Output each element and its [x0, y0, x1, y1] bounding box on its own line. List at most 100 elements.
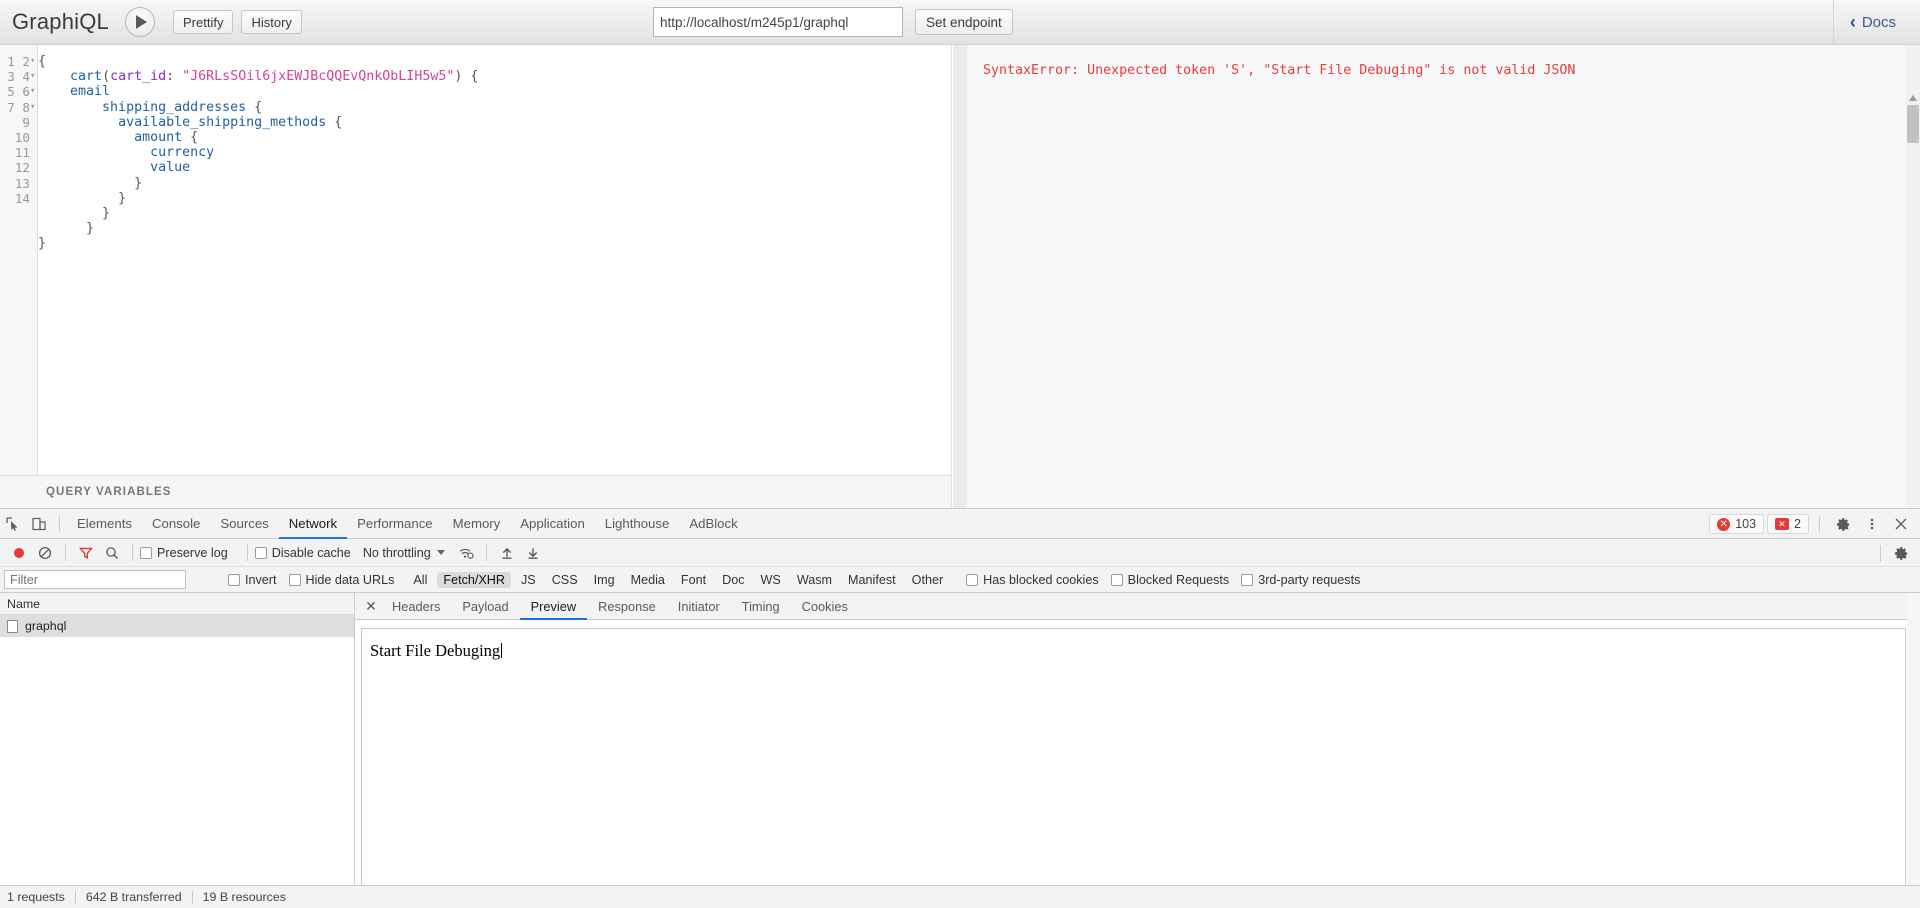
filter-input[interactable]: [4, 570, 186, 589]
preview-text-value: Start File Debuging: [370, 641, 501, 660]
clear-icon[interactable]: [32, 540, 58, 566]
filter-type-wasm[interactable]: Wasm: [791, 572, 838, 588]
kebab-menu-icon[interactable]: [1859, 511, 1885, 537]
request-list-header[interactable]: Name: [0, 593, 354, 615]
devtools-tab-application[interactable]: Application: [510, 509, 595, 539]
detail-tab-list: Headers Payload Preview Response Initiator Ti…: [381, 593, 859, 620]
filter-icon[interactable]: [73, 540, 99, 566]
execute-query-button[interactable]: [124, 7, 155, 37]
wifi-settings-icon[interactable]: [453, 540, 479, 566]
network-status-bar: 1 requests 642 B transferred 19 B resour…: [0, 885, 1920, 908]
result-error-text: SyntaxError: Unexpected token 'S', "Star…: [983, 63, 1576, 78]
divider: [59, 515, 60, 532]
detail-tab-payload[interactable]: Payload: [451, 593, 519, 620]
devtools-tabbar-right: ✕ 103 ✕ 2: [1709, 509, 1914, 539]
scroll-up-icon[interactable]: [1908, 93, 1918, 103]
close-detail-icon[interactable]: ✕: [361, 593, 381, 620]
result-gutter: [953, 45, 967, 508]
detail-tab-initiator[interactable]: Initiator: [667, 593, 731, 620]
resources-size: 19 B resources: [202, 890, 286, 904]
device-toolbar-icon[interactable]: [26, 511, 52, 537]
request-detail-pane: ✕ Headers Payload Preview Response Initiator…: [355, 593, 1920, 906]
devtools-tab-performance[interactable]: Performance: [347, 509, 443, 539]
document-icon: [7, 619, 18, 633]
result-scrollbar[interactable]: [1906, 45, 1920, 508]
warning-count-badge[interactable]: ✕ 2: [1767, 514, 1809, 534]
query-variables-label: QUERY VARIABLES: [46, 486, 172, 498]
devtools-tab-lighthouse[interactable]: Lighthouse: [595, 509, 680, 539]
filter-type-css[interactable]: CSS: [546, 572, 584, 588]
network-toolbar-right: [1873, 539, 1914, 567]
result-pane: SyntaxError: Unexpected token 'S', "Star…: [953, 45, 1920, 508]
endpoint-input[interactable]: [653, 7, 903, 37]
filter-type-media[interactable]: Media: [625, 572, 671, 588]
table-row[interactable]: graphql: [0, 615, 354, 637]
preserve-log-checkbox[interactable]: Preserve log: [140, 546, 228, 560]
devtools-tab-memory[interactable]: Memory: [443, 509, 511, 539]
divider: [485, 544, 487, 561]
close-icon[interactable]: [1888, 511, 1914, 537]
filter-type-img[interactable]: Img: [588, 572, 621, 588]
history-button[interactable]: History: [241, 10, 302, 34]
devtools-tab-network[interactable]: Network: [279, 509, 347, 539]
hide-data-urls-checkbox[interactable]: Hide data URLs: [288, 573, 394, 587]
error-count-badge[interactable]: ✕ 103: [1709, 514, 1765, 534]
checkbox-box: [228, 573, 240, 586]
disable-cache-label: Disable cache: [271, 545, 351, 560]
set-endpoint-button[interactable]: Set endpoint: [915, 9, 1013, 35]
has-blocked-cookies-label: Has blocked cookies: [983, 572, 1099, 587]
detail-tab-timing[interactable]: Timing: [731, 593, 791, 620]
query-editor[interactable]: 1 2 3 4 5 6 7 8 9 10 11 12 13 14 ▾ ▾ ▾ ▾…: [0, 45, 952, 475]
endpoint-controls: Set endpoint: [653, 7, 1013, 37]
graphiql-toolbar: GraphiQL Prettify History Set endpoint ‹…: [0, 0, 1920, 45]
divider: [132, 544, 133, 561]
request-detail-tabs: ✕ Headers Payload Preview Response Initiator…: [355, 593, 1920, 620]
query-code[interactable]: { cart(cart_id: "J6RLsSOil6jxEWJBcQQEvQn…: [38, 54, 951, 475]
disable-cache-checkbox[interactable]: Disable cache: [254, 545, 351, 560]
download-icon[interactable]: [520, 540, 546, 566]
detail-tab-preview[interactable]: Preview: [520, 593, 588, 620]
record-icon[interactable]: [6, 540, 32, 566]
filter-type-ws[interactable]: WS: [755, 572, 787, 588]
upload-icon[interactable]: [494, 540, 520, 566]
request-list: Name graphql: [0, 593, 355, 906]
filter-type-doc[interactable]: Doc: [716, 572, 750, 588]
devtools-tab-elements[interactable]: Elements: [67, 509, 142, 539]
inspect-element-icon[interactable]: [0, 511, 26, 537]
fold-markers[interactable]: ▾ ▾ ▾ ▾: [30, 54, 38, 115]
detail-tab-headers[interactable]: Headers: [381, 593, 451, 620]
filter-type-font[interactable]: Font: [675, 572, 712, 588]
filter-type-all[interactable]: All: [407, 572, 433, 588]
warning-count: 2: [1794, 517, 1801, 531]
detail-scrollbar[interactable]: [1907, 593, 1920, 906]
gear-icon[interactable]: [1830, 511, 1856, 537]
devtools-panel: Elements Console Sources Network Performance…: [0, 508, 1920, 908]
filter-type-fetch-xhr[interactable]: Fetch/XHR: [437, 571, 511, 588]
requests-count: 1 requests: [7, 890, 65, 904]
devtools-tabbar: Elements Console Sources Network Performance…: [0, 509, 1920, 539]
devtools-tab-console[interactable]: Console: [142, 509, 210, 539]
invert-checkbox[interactable]: Invert: [228, 573, 277, 587]
divider: [1819, 515, 1820, 533]
network-toolbar: Preserve log Disable cache No throttling: [0, 539, 1920, 567]
gear-icon[interactable]: [1888, 540, 1914, 566]
third-party-requests-checkbox[interactable]: 3rd-party requests: [1241, 573, 1360, 587]
blocked-requests-checkbox[interactable]: Blocked Requests: [1110, 573, 1229, 587]
throttling-label: No throttling: [362, 545, 431, 560]
checkbox-box: [288, 573, 301, 586]
docs-button[interactable]: ‹ Docs: [1832, 0, 1896, 44]
detail-tab-response[interactable]: Response: [587, 593, 667, 620]
filter-type-other[interactable]: Other: [906, 572, 950, 588]
prettify-button[interactable]: Prettify: [172, 10, 234, 34]
filter-type-manifest[interactable]: Manifest: [842, 572, 902, 588]
has-blocked-cookies-checkbox[interactable]: Has blocked cookies: [966, 573, 1099, 587]
query-variables-bar[interactable]: QUERY VARIABLES: [0, 475, 952, 508]
detail-tab-cookies[interactable]: Cookies: [791, 593, 859, 620]
throttling-dropdown[interactable]: No throttling: [363, 546, 445, 560]
scrollbar-thumb[interactable]: [1907, 105, 1919, 143]
checkbox-box: [966, 573, 979, 586]
search-icon[interactable]: [99, 540, 125, 566]
filter-type-js[interactable]: JS: [515, 572, 542, 588]
devtools-tab-adblock[interactable]: AdBlock: [679, 509, 747, 539]
devtools-tab-sources[interactable]: Sources: [210, 509, 278, 539]
